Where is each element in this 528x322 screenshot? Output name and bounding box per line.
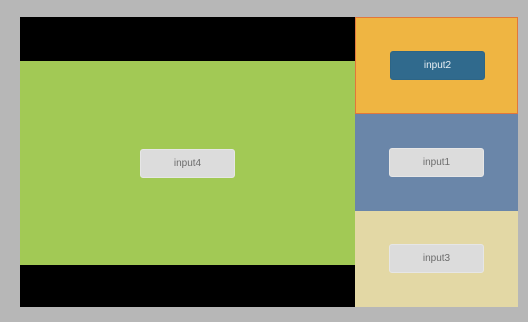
input1-label[interactable]: input1 <box>389 148 484 177</box>
video-layout-frame: input4 input2 input1 input3 <box>20 17 518 307</box>
input3-label[interactable]: input3 <box>389 244 484 273</box>
main-input-area[interactable]: input4 <box>20 61 355 265</box>
main-view: input4 <box>20 17 355 307</box>
input4-label[interactable]: input4 <box>140 149 235 178</box>
side-inputs-column: input2 input1 input3 <box>355 17 518 307</box>
side-input-tile-3[interactable]: input3 <box>355 211 518 307</box>
side-input-tile-2[interactable]: input1 <box>355 114 518 211</box>
side-input-tile-1[interactable]: input2 <box>355 17 518 114</box>
input2-label[interactable]: input2 <box>390 51 485 80</box>
